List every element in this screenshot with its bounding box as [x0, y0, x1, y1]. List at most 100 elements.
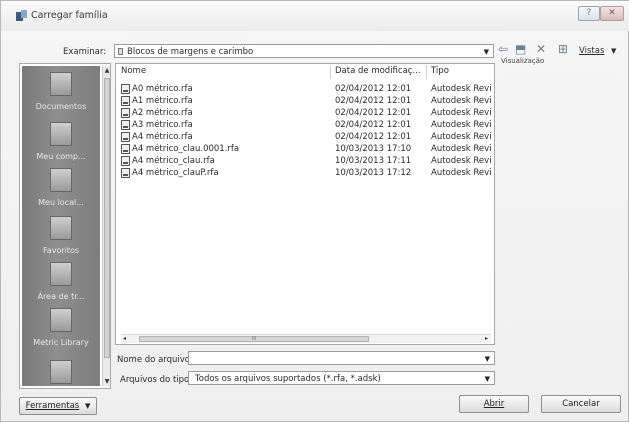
scroll-thumb[interactable]: III [139, 336, 369, 342]
open-label: Abrir [483, 399, 505, 409]
scroll-left-icon[interactable]: ◂ [123, 335, 126, 342]
rfa-file-icon [121, 120, 130, 130]
chevron-down-icon[interactable]: ▼ [485, 355, 490, 363]
place-label: Documentos [35, 102, 87, 111]
desktop-icon [50, 262, 72, 286]
file-date: 02/04/2012 12:01 [335, 120, 412, 130]
rfa-file-icon [121, 168, 130, 178]
cancel-button[interactable]: Cancelar [541, 395, 621, 413]
file-row[interactable]: A3 métrico.rfa 02/04/2012 12:01 Autodesk… [116, 119, 492, 131]
place-desktop[interactable]: Área de tr... [22, 262, 100, 301]
file-type: Autodesk Revi [431, 120, 492, 130]
place-label: Área de tr... [37, 292, 85, 301]
views-chevron-icon[interactable]: ▼ [611, 47, 616, 55]
file-row[interactable]: A4 métrico_clau.rfa 10/03/2013 17:11 Aut… [116, 155, 492, 167]
place-label: Meu comp... [36, 152, 86, 161]
file-date: 10/03/2013 17:10 [335, 144, 412, 154]
delete-icon[interactable]: ✕ [536, 43, 546, 55]
column-divider[interactable] [330, 65, 331, 79]
file-date: 10/03/2013 17:11 [335, 156, 412, 166]
chevron-down-icon[interactable]: ▼ [485, 375, 490, 383]
filename-label: Nome do arquivo: [117, 355, 193, 365]
file-date: 02/04/2012 12:01 [335, 132, 412, 142]
tools-label: Ferramentas [25, 401, 80, 411]
place-favorites[interactable]: Favoritos [22, 216, 100, 255]
library-icon [50, 308, 72, 332]
open-button[interactable]: Abrir [459, 395, 529, 413]
file-row[interactable]: A1 métrico.rfa 02/04/2012 12:01 Autodesk… [116, 95, 492, 107]
cancel-label: Cancelar [562, 399, 600, 409]
rfa-file-icon [121, 108, 130, 118]
column-header-name[interactable]: Nome [121, 66, 146, 76]
scroll-up-icon[interactable]: ▲ [103, 67, 111, 74]
help-button[interactable]: ? [578, 6, 600, 21]
documents-icon [50, 72, 72, 96]
scroll-thumb[interactable] [104, 78, 110, 358]
place-documents[interactable]: Documentos [22, 72, 100, 111]
file-type: Autodesk Revi [431, 132, 492, 142]
file-date: 02/04/2012 12:01 [335, 96, 412, 106]
places-list: Documentos Meu comp... Meu local... Favo… [22, 66, 100, 386]
file-type: Autodesk Revi [431, 84, 492, 94]
look-in-label: Examinar: [63, 47, 107, 57]
places-scrollbar[interactable]: ▲ ▼ [102, 66, 110, 386]
file-name: A4 métrico_clau.rfa [132, 156, 215, 166]
network-icon [50, 168, 72, 192]
preview-label: Visualização [501, 57, 545, 65]
rfa-file-icon [121, 144, 130, 154]
place-my-computer[interactable]: Meu comp... [22, 122, 100, 161]
rfa-file-icon [121, 156, 130, 166]
chevron-down-icon: ▼ [483, 48, 489, 56]
views-icon[interactable]: ⊞ [558, 43, 568, 55]
scroll-right-icon[interactable]: ▸ [485, 335, 488, 342]
look-in-combo[interactable]: Blocos de margens e carimbo ▼ [114, 44, 494, 58]
place-label: Favoritos [42, 246, 80, 255]
up-folder-icon[interactable]: ⬒ [515, 43, 526, 55]
favorites-icon [50, 216, 72, 240]
look-in-value: Blocos de margens e carimbo [127, 47, 254, 57]
file-type: Autodesk Revi [431, 108, 492, 118]
places-bar: Documentos Meu comp... Meu local... Favo… [19, 63, 111, 389]
file-row[interactable]: A2 métrico.rfa 02/04/2012 12:01 Autodesk… [116, 107, 492, 119]
file-name: A2 métrico.rfa [132, 108, 193, 118]
filetype-select[interactable]: Todos os arquivos suportados (*.rfa, *.a… [188, 371, 495, 385]
file-date: 10/03/2013 17:12 [335, 168, 412, 178]
column-header-type[interactable]: Tipo [431, 66, 449, 76]
place-metric-library[interactable]: Metric Library [22, 308, 100, 347]
place-more[interactable] [22, 360, 100, 390]
filetype-label: Arquivos do tipo: [120, 375, 193, 385]
file-name: A3 métrico.rfa [132, 120, 193, 130]
horizontal-scrollbar[interactable]: ◂ III ▸ [121, 334, 491, 343]
place-label: Metric Library [33, 338, 89, 347]
close-button[interactable]: ✕ [600, 6, 624, 21]
rfa-file-icon [121, 96, 130, 106]
file-date: 02/04/2012 12:01 [335, 108, 412, 118]
filename-input[interactable]: ▼ [188, 351, 495, 365]
file-type: Autodesk Revi [431, 96, 492, 106]
column-divider[interactable] [426, 65, 427, 79]
computer-icon [50, 122, 72, 146]
file-list: Nome Data de modificaç... Tipo A0 métric… [115, 63, 495, 345]
tools-button[interactable]: Ferramentas ▼ [19, 397, 97, 415]
scroll-down-icon[interactable]: ▼ [103, 378, 111, 385]
file-name: A0 métrico.rfa [132, 84, 193, 94]
place-label: Meu local... [38, 198, 84, 207]
file-row[interactable]: A0 métrico.rfa 02/04/2012 12:01 Autodesk… [116, 83, 492, 95]
views-menu[interactable]: Vistas [579, 46, 604, 56]
back-icon[interactable]: ⇦ [498, 43, 508, 55]
column-header-date[interactable]: Data de modificaç... [335, 66, 421, 76]
rfa-file-icon [121, 132, 130, 142]
file-row[interactable]: A4 métrico_clau.0001.rfa 10/03/2013 17:1… [116, 143, 492, 155]
revit-app-icon [16, 10, 27, 21]
filetype-value: Todos os arquivos suportados (*.rfa, *.a… [195, 374, 381, 384]
file-type: Autodesk Revi [431, 156, 492, 166]
file-name: A4 métrico_clau.0001.rfa [132, 144, 240, 154]
rfa-file-icon [121, 84, 130, 94]
file-row[interactable]: A4 métrico_clauP.rfa 10/03/2013 17:12 Au… [116, 167, 492, 179]
place-network[interactable]: Meu local... [22, 168, 100, 207]
file-name: A4 métrico.rfa [132, 132, 193, 142]
file-name: A4 métrico_clauP.rfa [132, 168, 219, 178]
preview-pane [501, 71, 621, 181]
chevron-down-icon: ▼ [84, 402, 91, 410]
file-row[interactable]: A4 métrico.rfa 02/04/2012 12:01 Autodesk… [116, 131, 492, 143]
